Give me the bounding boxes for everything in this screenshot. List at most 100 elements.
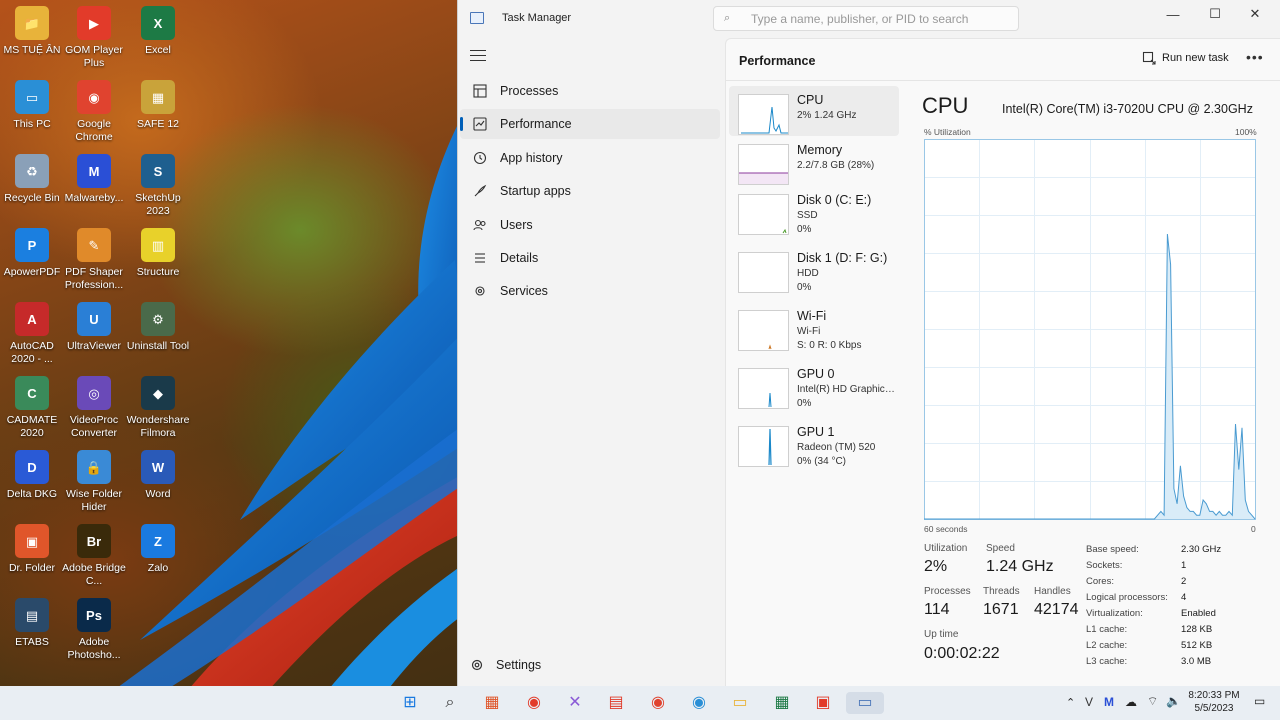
desktop-icon[interactable]: P ApowerPDF — [0, 228, 65, 279]
desktop-icon[interactable]: A AutoCAD 2020 - ... — [0, 302, 65, 366]
sidebar-item-label: Performance — [500, 117, 572, 132]
run-new-task-button[interactable]: Run new task — [1142, 51, 1229, 65]
sidebar-item-processes[interactable]: Processes — [460, 76, 720, 106]
search-icon: ⌕ — [724, 12, 731, 24]
notifications-icon[interactable]: ▭ — [1254, 694, 1265, 708]
app-icon: ▤ — [15, 598, 49, 632]
sidebar-item-details[interactable]: Details — [460, 243, 720, 273]
chrome-icon[interactable]: ◉ — [647, 692, 669, 714]
desktop-icon[interactable]: ▤ ETABS — [0, 598, 65, 649]
pdf-icon[interactable]: ▤ — [605, 692, 627, 714]
device-detail: HDD — [797, 268, 819, 279]
desktop-icon[interactable]: U UltraViewer — [61, 302, 127, 353]
device-sparkline — [738, 426, 789, 467]
desktop-icon[interactable]: M Malwareby... — [61, 154, 127, 205]
sidebar-item-users[interactable]: Users — [460, 210, 720, 240]
desktop-icon[interactable]: Ps Adobe Photosho... — [61, 598, 127, 662]
spec-value: 2 — [1181, 576, 1187, 587]
wps-icon[interactable]: ▣ — [812, 692, 834, 714]
show-hidden-icons-button[interactable]: ⌃ — [1066, 696, 1075, 709]
taskmanager-icon[interactable]: ▭ — [846, 692, 884, 714]
desktop-icon[interactable]: 📁 MS TUỆ ÂN — [0, 6, 65, 57]
desktop-icon[interactable]: ♻ Recycle Bin — [0, 154, 65, 205]
vectorworks-tray-icon[interactable]: V — [1085, 695, 1093, 709]
device-item[interactable]: GPU 0 Intel(R) HD Graphics ... 0% — [729, 360, 899, 410]
device-item[interactable]: Disk 1 (D: F: G:) HDD 0% — [729, 244, 899, 294]
sidebar-item-services[interactable]: Services — [460, 276, 720, 306]
volume-icon[interactable]: 🔈 — [1166, 694, 1181, 708]
device-item[interactable]: CPU 2% 1.24 GHz — [729, 86, 899, 136]
gom-icon[interactable]: ◉ — [523, 692, 545, 714]
sidebar-item-label: Users — [500, 217, 533, 232]
maximize-button[interactable]: ☐ — [1195, 0, 1235, 28]
task-manager-icon — [470, 12, 484, 24]
app-icon: ▥ — [141, 228, 175, 262]
desktop-icon[interactable]: C CADMATE 2020 — [0, 376, 65, 440]
device-name: Disk 0 (C: E:) — [797, 193, 872, 207]
search-box[interactable]: ⌕ — [713, 6, 1019, 31]
wifi-icon[interactable]: ⌔ — [1147, 694, 1158, 709]
device-item[interactable]: Wi-Fi Wi-Fi S: 0 R: 0 Kbps — [729, 302, 899, 352]
desktop-icon[interactable]: ▣ Dr. Folder — [0, 524, 65, 575]
desktop-icon-label: SketchUp 2023 — [135, 192, 181, 217]
settings-button[interactable]: Settings — [470, 658, 541, 672]
spec-key: Base speed: — [1086, 544, 1139, 555]
sidebar-item-performance[interactable]: Performance — [460, 109, 720, 140]
desktop-icon[interactable]: ◆ Wondershare Filmora — [125, 376, 191, 440]
app-icon: M — [77, 154, 111, 188]
desktop-icon-label: CADMATE 2020 — [6, 414, 58, 439]
desktop-icon[interactable]: ◉ Google Chrome — [61, 80, 127, 144]
spec-value: 512 KB — [1181, 640, 1213, 651]
explorer-icon[interactable]: ▭ — [729, 692, 751, 714]
device-item[interactable]: GPU 1 Radeon (TM) 520 0% (34 °C) — [729, 418, 899, 468]
desktop-icon[interactable]: D Delta DKG — [0, 450, 65, 501]
startup-icon — [472, 183, 488, 199]
desktop-icon[interactable]: ▶ GOM Player Plus — [61, 6, 127, 70]
title-bar[interactable]: Task Manager ⌕ — ☐ ✕ — [458, 0, 1280, 38]
device-name: CPU — [797, 93, 824, 107]
search-icon[interactable]: ⌕ — [439, 692, 461, 714]
desktop-icon[interactable]: S SketchUp 2023 — [125, 154, 191, 218]
minimize-button[interactable]: — — [1153, 0, 1193, 28]
malwarebytes-tray-icon[interactable]: M — [1104, 695, 1114, 709]
calculator-icon[interactable]: ▦ — [771, 692, 793, 714]
desktop-icon-label: Malwareby... — [64, 192, 124, 204]
device-usage: S: 0 R: 0 Kbps — [797, 340, 862, 351]
clock[interactable]: 8:20:33 PM 5/5/2023 — [1188, 690, 1240, 714]
app-icon: ♻ — [15, 154, 49, 188]
desktop-icon[interactable]: 🔒 Wise Folder Hider — [61, 450, 127, 514]
desktop-icon[interactable]: W Word — [125, 450, 191, 501]
desktop-icon[interactable]: ⚙ Uninstall Tool — [125, 302, 191, 353]
sidebar-item-label: Startup apps — [500, 184, 571, 199]
desktop-icon[interactable]: Z Zalo — [125, 524, 191, 575]
desktop-icon[interactable]: Br Adobe Bridge C... — [61, 524, 127, 588]
spec-value: 1 — [1181, 560, 1187, 571]
onedrive-tray-icon[interactable]: ☁ — [1125, 695, 1137, 709]
device-item[interactable]: Memory 2.2/7.8 GB (28%) — [729, 136, 899, 186]
desktop-icon[interactable]: ▥ Structure — [125, 228, 191, 279]
desktop-icon[interactable]: ◎ VideoProc Converter — [61, 376, 127, 440]
hamburger-menu-icon[interactable] — [470, 50, 486, 66]
sidebar-item-startup-apps[interactable]: Startup apps — [460, 176, 720, 206]
desktop-icon[interactable]: ▦ SAFE 12 — [125, 80, 191, 131]
spec-key: Cores: — [1086, 576, 1114, 587]
search-input[interactable] — [751, 10, 1011, 28]
store-icon[interactable]: ▦ — [481, 692, 503, 714]
more-options-button[interactable]: ••• — [1246, 49, 1264, 65]
desktop-icon[interactable]: X Excel — [125, 6, 191, 57]
desktop-icon[interactable]: ▭ This PC — [0, 80, 65, 131]
task-manager-window: Task Manager ⌕ — ☐ ✕ Processes Performanc… — [457, 0, 1280, 686]
device-sparkline — [738, 94, 789, 135]
app-icon: ▦ — [141, 80, 175, 114]
device-item[interactable]: Disk 0 (C: E:) SSD 0% — [729, 186, 899, 236]
sidebar-item-app-history[interactable]: App history — [460, 143, 720, 173]
desktop-icon-label: AutoCAD 2020 - ... — [10, 340, 54, 365]
start-icon[interactable]: ⊞ — [399, 692, 421, 714]
xmind-icon[interactable]: ✕ — [564, 692, 586, 714]
close-button[interactable]: ✕ — [1235, 0, 1275, 28]
uptime-value: 0:00:02:22 — [924, 645, 1000, 662]
device-sparkline — [738, 194, 789, 235]
app-icon: U — [77, 302, 111, 336]
desktop-icon[interactable]: ✎ PDF Shaper Profession... — [61, 228, 127, 292]
chrome-alt-icon[interactable]: ◉ — [688, 692, 710, 714]
